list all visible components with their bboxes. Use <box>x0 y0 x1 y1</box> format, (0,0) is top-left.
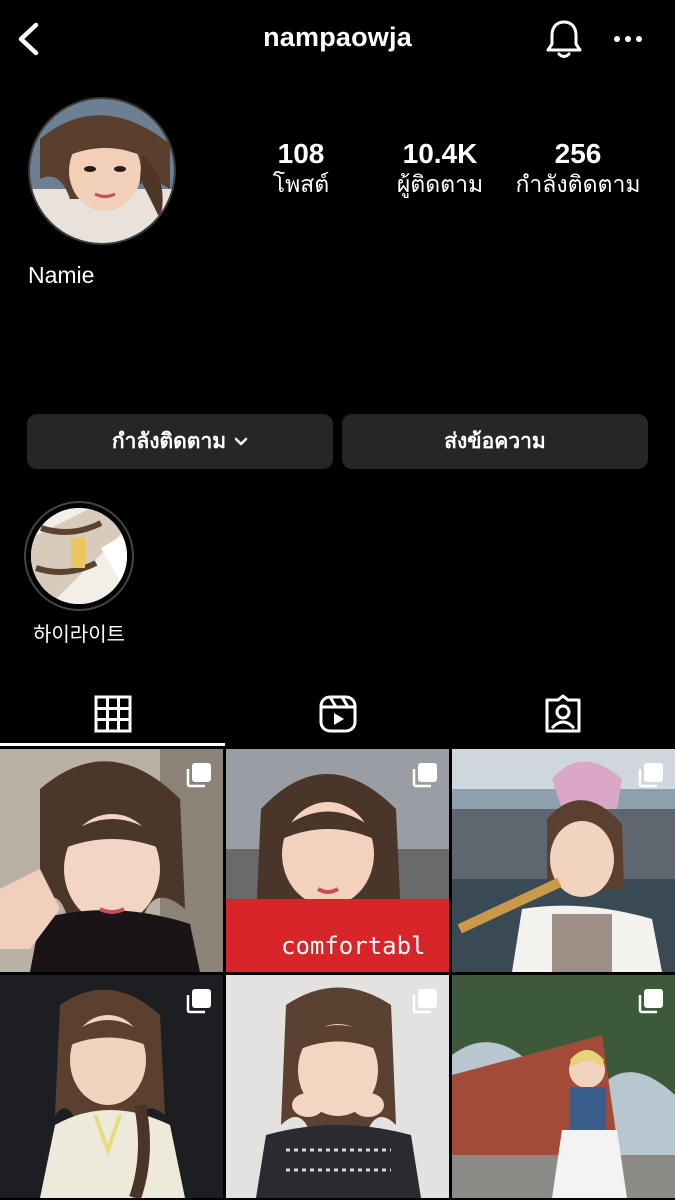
multiple-photos-icon <box>638 763 663 788</box>
tab-tagged[interactable] <box>450 685 675 743</box>
bell-icon[interactable] <box>544 18 584 60</box>
multiple-photos-icon <box>638 989 663 1014</box>
post-thumbnail[interactable]: comfortabl <box>226 749 449 972</box>
multiple-photos-icon <box>186 763 211 788</box>
tagged-icon <box>545 694 580 733</box>
shirt-text: comfortabl <box>281 932 426 960</box>
profile-stats: 108 โพสต์ 10.4K ผู้ติดตาม 256 กำลังติดตา… <box>0 138 675 208</box>
following-button[interactable]: กำลังติดตาม <box>27 414 333 469</box>
profile-display-name: Namie <box>28 262 95 288</box>
reels-icon <box>319 695 356 733</box>
post-thumbnail[interactable] <box>0 749 223 972</box>
message-button[interactable]: ส่งข้อความ <box>342 414 648 469</box>
following-button-label: กำลังติดตาม <box>111 429 227 453</box>
profile-content-tabs <box>0 685 675 747</box>
highlight-cover-image <box>31 508 127 604</box>
post-thumbnail[interactable] <box>452 975 675 1198</box>
message-button-label: ส่งข้อความ <box>444 429 546 453</box>
following-count-value: 256 <box>554 138 602 169</box>
following-count-label: กำลังติดตาม <box>515 172 641 198</box>
multiple-photos-icon <box>412 989 437 1014</box>
tab-posts-grid[interactable] <box>0 685 225 743</box>
multiple-photos-icon <box>186 989 211 1014</box>
tab-reels[interactable] <box>225 685 450 743</box>
highlight-label: 하이라이트 <box>33 622 125 646</box>
active-tab-indicator <box>0 743 225 746</box>
more-options-icon[interactable] <box>611 30 645 48</box>
top-bar: nampaowja <box>0 0 675 80</box>
following-count[interactable]: 256 กำลังติดตาม <box>493 138 663 200</box>
post-thumbnail[interactable] <box>452 749 675 972</box>
grid-icon <box>94 695 131 733</box>
chevron-down-icon <box>234 437 248 445</box>
posts-grid: comfortabl <box>0 749 675 1200</box>
story-highlight[interactable] <box>24 501 134 611</box>
multiple-photos-icon <box>412 763 437 788</box>
post-thumbnail[interactable] <box>0 975 223 1198</box>
post-thumbnail[interactable] <box>226 975 449 1198</box>
